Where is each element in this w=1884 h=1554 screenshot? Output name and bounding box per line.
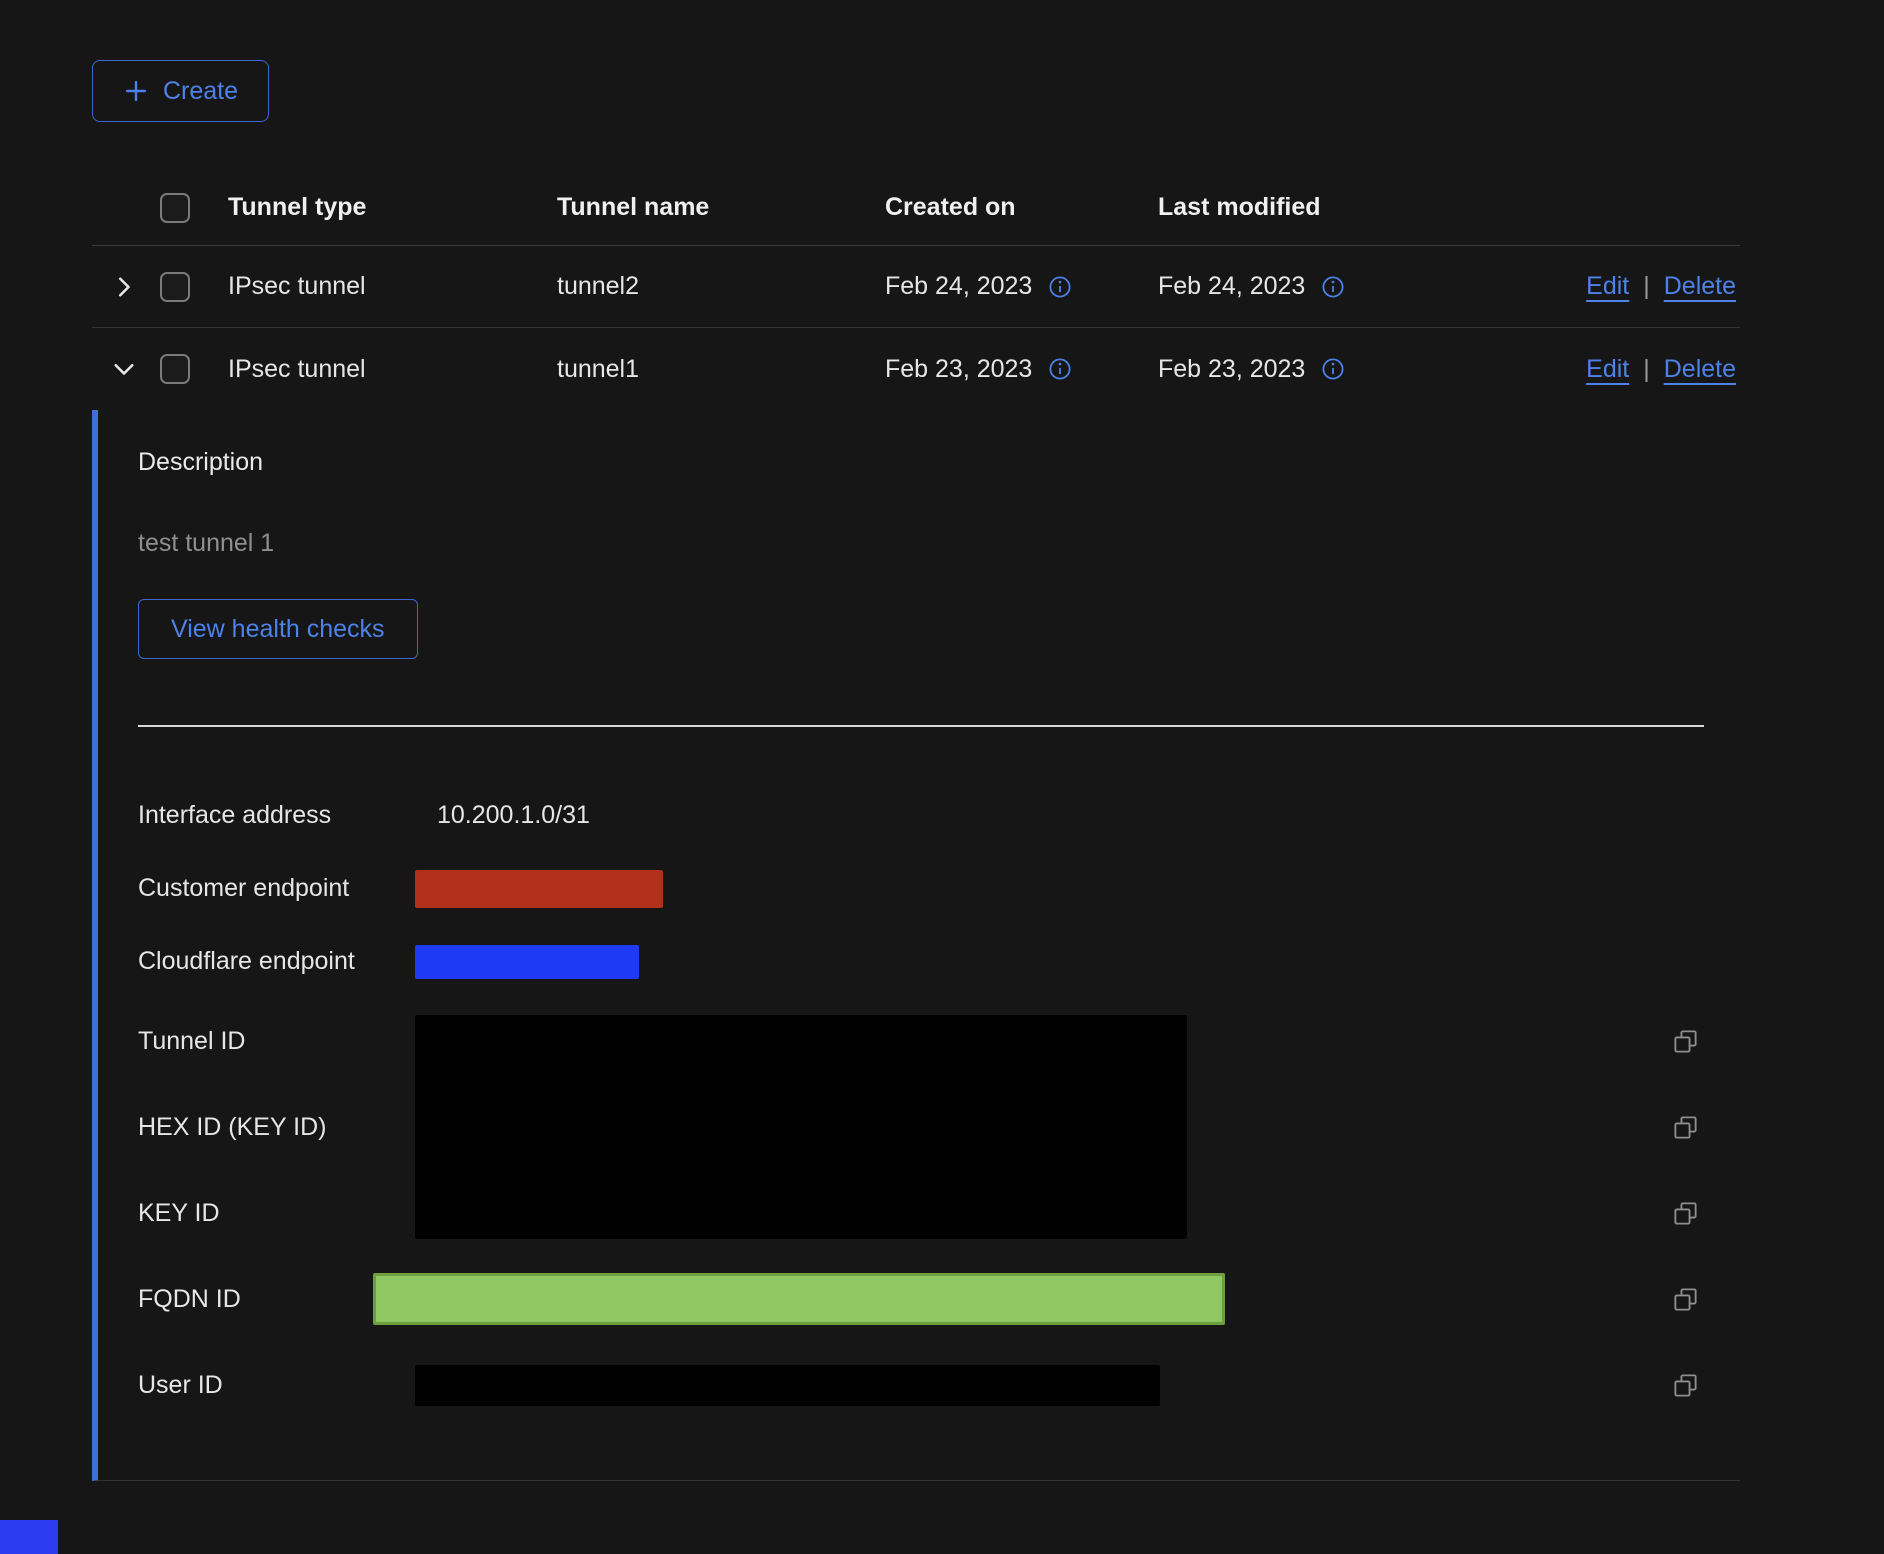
plus-icon xyxy=(123,78,149,104)
copy-key-id-button[interactable] xyxy=(1670,1198,1701,1229)
bottom-blue-strip xyxy=(0,1520,58,1554)
customer-endpoint-label: Customer endpoint xyxy=(138,874,415,903)
collapse-row-button[interactable] xyxy=(108,353,140,385)
table-header-row: Tunnel type Tunnel name Created on Last … xyxy=(92,170,1740,246)
copy-tunnel-id-button[interactable] xyxy=(1670,1026,1701,1057)
tunnel-type-cell: IPsec tunnel xyxy=(228,272,557,301)
interface-address-label: Interface address xyxy=(138,801,415,830)
description-label: Description xyxy=(138,448,1740,477)
copy-user-id-button[interactable] xyxy=(1670,1370,1701,1401)
chevron-down-icon xyxy=(112,357,136,381)
tunnel-name-cell: tunnel1 xyxy=(557,355,885,384)
action-separator: | xyxy=(1643,272,1650,301)
copy-hex-id-button[interactable] xyxy=(1670,1112,1701,1143)
tunnel-type-cell: IPsec tunnel xyxy=(228,355,557,384)
table-row: IPsec tunnel tunnel2 Feb 24, 2023 Feb 24… xyxy=(92,246,1740,328)
detail-row-customer-endpoint: Customer endpoint xyxy=(138,852,1740,925)
create-button-label: Create xyxy=(163,77,238,106)
info-icon[interactable] xyxy=(1048,275,1072,299)
last-modified-value: Feb 24, 2023 xyxy=(1158,272,1305,301)
detail-row-interface-address: Interface address 10.200.1.0/31 xyxy=(138,779,1740,852)
tunnel-details-panel: Description test tunnel 1 View health ch… xyxy=(92,410,1740,1481)
delete-link[interactable]: Delete xyxy=(1664,355,1736,384)
info-icon[interactable] xyxy=(1321,275,1345,299)
copy-fqdn-id-button[interactable] xyxy=(1670,1284,1701,1315)
description-value: test tunnel 1 xyxy=(138,529,1740,558)
copy-icon xyxy=(1672,1200,1699,1227)
section-divider xyxy=(138,725,1704,727)
cloudflare-endpoint-redacted-value xyxy=(415,945,639,979)
expand-row-button[interactable] xyxy=(108,271,140,303)
select-all-checkbox[interactable] xyxy=(160,193,190,223)
row-checkbox[interactable] xyxy=(160,272,190,302)
key-id-label: KEY ID xyxy=(138,1170,415,1256)
view-health-checks-button[interactable]: View health checks xyxy=(138,599,418,659)
tunnel-name-cell: tunnel2 xyxy=(557,272,885,301)
column-header-tunnel-type: Tunnel type xyxy=(228,193,557,222)
row-checkbox[interactable] xyxy=(160,354,190,384)
table-row: IPsec tunnel tunnel1 Feb 23, 2023 Feb 23… xyxy=(92,328,1740,410)
created-on-value: Feb 23, 2023 xyxy=(885,355,1032,384)
tunnel-detail-fields: Interface address 10.200.1.0/31 Customer… xyxy=(138,779,1740,1428)
info-icon[interactable] xyxy=(1321,357,1345,381)
customer-endpoint-redacted-value xyxy=(415,870,663,908)
fqdn-id-redacted-value xyxy=(373,1273,1225,1325)
copy-icon xyxy=(1672,1372,1699,1399)
tunnel-id-label: Tunnel ID xyxy=(138,998,415,1084)
detail-row-cloudflare-endpoint: Cloudflare endpoint xyxy=(138,925,1740,998)
copy-icon xyxy=(1672,1028,1699,1055)
last-modified-value: Feb 23, 2023 xyxy=(1158,355,1305,384)
column-header-tunnel-name: Tunnel name xyxy=(557,193,885,222)
created-on-value: Feb 24, 2023 xyxy=(885,272,1032,301)
edit-link[interactable]: Edit xyxy=(1586,272,1629,301)
cloudflare-endpoint-label: Cloudflare endpoint xyxy=(138,947,415,976)
tunnels-table: Tunnel type Tunnel name Created on Last … xyxy=(92,170,1740,1481)
tunnels-page: Create Tunnel type Tunnel name Created o… xyxy=(0,0,1884,1481)
create-button[interactable]: Create xyxy=(92,60,269,122)
action-separator: | xyxy=(1643,355,1650,384)
copy-icon xyxy=(1672,1114,1699,1141)
interface-address-value: 10.200.1.0/31 xyxy=(415,801,590,830)
hex-id-label: HEX ID (KEY ID) xyxy=(138,1084,415,1170)
ids-redacted-value xyxy=(415,1015,1187,1239)
detail-row-fqdn-id: FQDN ID xyxy=(138,1256,1740,1342)
user-id-redacted-value xyxy=(415,1365,1160,1406)
detail-group-ids: Tunnel ID HEX ID (KEY ID) KEY ID xyxy=(138,998,1740,1256)
copy-icon xyxy=(1672,1286,1699,1313)
edit-link[interactable]: Edit xyxy=(1586,355,1629,384)
info-icon[interactable] xyxy=(1048,357,1072,381)
delete-link[interactable]: Delete xyxy=(1664,272,1736,301)
column-header-last-modified: Last modified xyxy=(1158,193,1540,222)
chevron-right-icon xyxy=(112,275,136,299)
detail-row-user-id: User ID xyxy=(138,1342,1740,1428)
column-header-created-on: Created on xyxy=(885,193,1158,222)
user-id-label: User ID xyxy=(138,1371,415,1400)
